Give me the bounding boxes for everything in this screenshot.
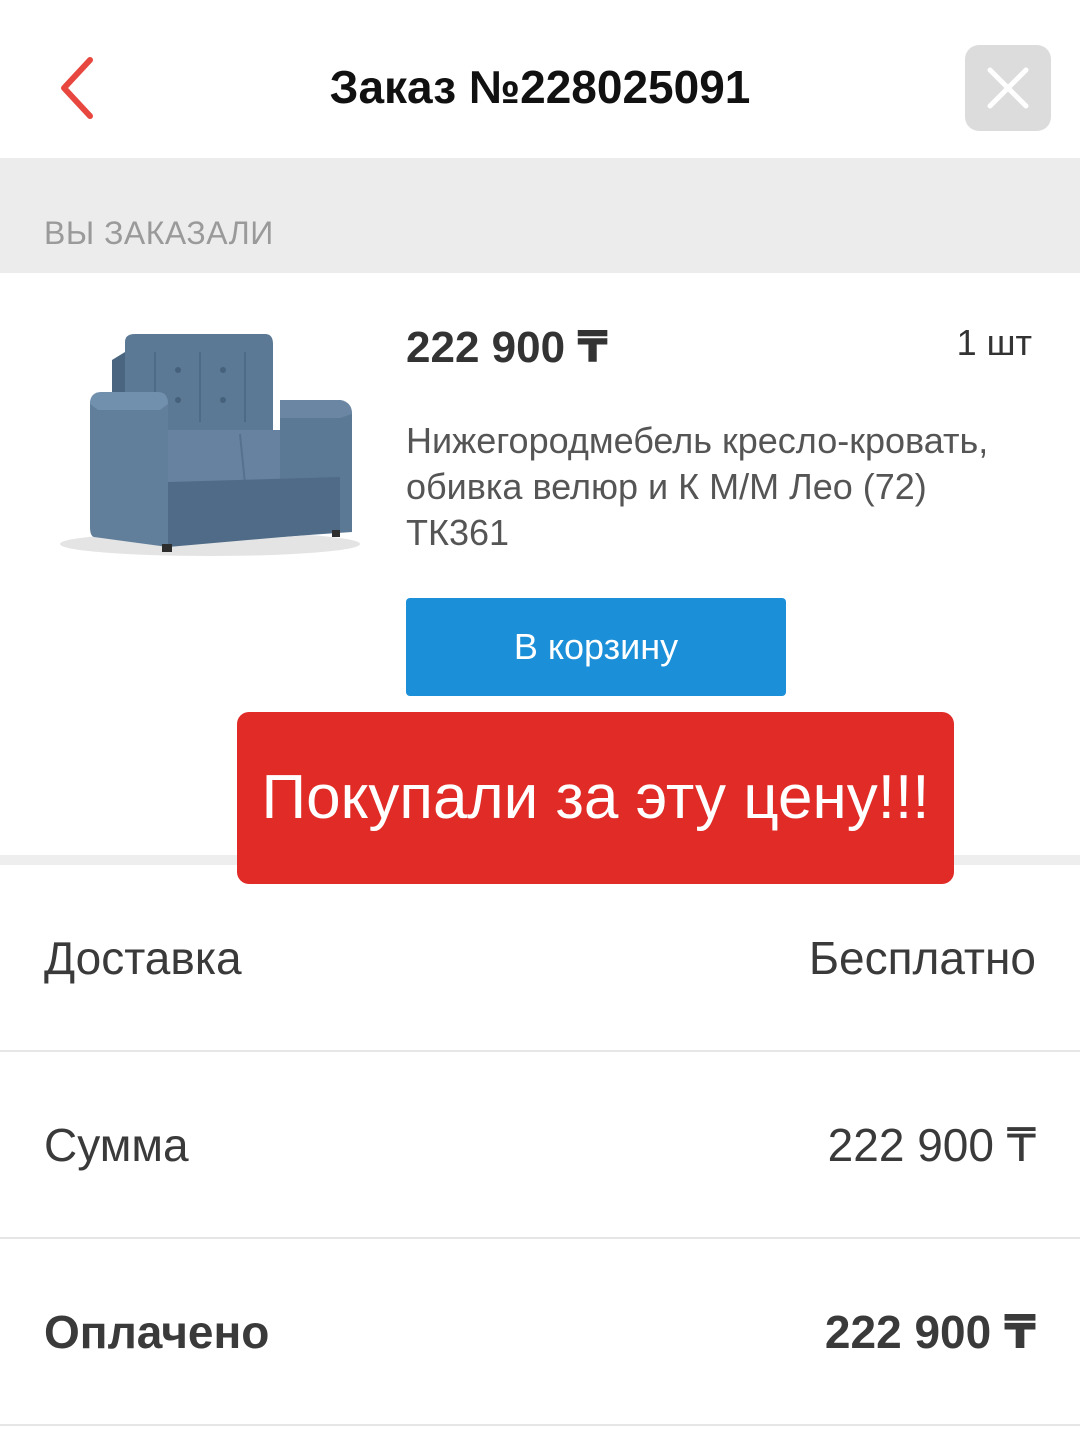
product-name[interactable]: Нижегородмебель кресло-кровать, обивка в… <box>406 418 1026 556</box>
promo-banner: Покупали за эту цену!!! <box>237 712 954 884</box>
sum-label: Сумма <box>44 1119 189 1171</box>
back-button[interactable] <box>50 52 110 124</box>
product-price: 222 900 ₸ <box>406 323 608 372</box>
paid-value: 222 900 ₸ <box>824 1306 1036 1358</box>
paid-row: Оплачено 222 900 ₸ <box>0 1239 1080 1426</box>
section-label: ВЫ ЗАКАЗАЛИ <box>44 215 274 251</box>
paid-label: Оплачено <box>44 1306 270 1358</box>
chevron-left-icon <box>61 57 93 119</box>
delivery-value: Бесплатно <box>808 932 1036 984</box>
close-icon <box>987 67 1029 109</box>
app-header: Заказ №228025091 <box>0 0 1080 158</box>
delivery-label: Доставка <box>44 932 242 984</box>
page-title: Заказ №228025091 <box>329 61 751 113</box>
delivery-row: Доставка Бесплатно <box>0 865 1080 1052</box>
product-quantity: 1 шт <box>956 322 1032 363</box>
row-divider <box>0 1424 1080 1426</box>
sum-value: 222 900 ₸ <box>827 1119 1036 1171</box>
close-button[interactable] <box>965 45 1051 131</box>
armchair-image[interactable] <box>40 322 370 562</box>
add-to-cart-button[interactable]: В корзину <box>406 598 786 696</box>
sum-row: Сумма 222 900 ₸ <box>0 1052 1080 1239</box>
